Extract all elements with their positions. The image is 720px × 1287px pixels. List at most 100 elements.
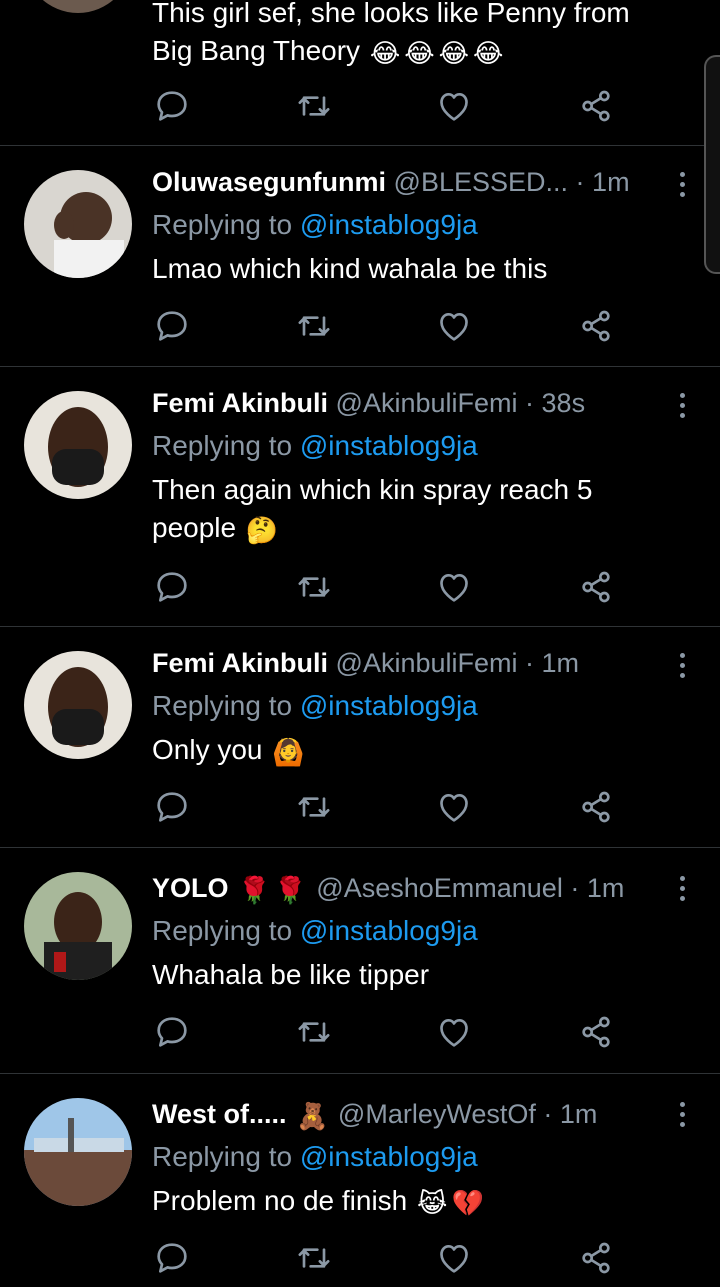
scrollbar-handle[interactable]	[704, 55, 720, 274]
tweet-text: Problem no de finish 😹 💔	[152, 1182, 650, 1222]
reply-button[interactable]	[152, 1012, 192, 1052]
timestamp[interactable]: 1m	[542, 648, 580, 678]
retweet-icon	[298, 1248, 330, 1268]
tweet-actions	[152, 787, 632, 827]
heart-icon	[440, 574, 468, 602]
tweet-header: Femi Akinbuli @AkinbuliFemi · 38s	[152, 385, 660, 421]
share-button[interactable]	[576, 787, 616, 827]
replying-to-label: Replying to	[152, 1141, 293, 1172]
share-button[interactable]	[576, 567, 616, 607]
separator-dot: ·	[543, 1099, 553, 1129]
share-button[interactable]	[576, 1012, 616, 1052]
avatar[interactable]	[24, 170, 132, 278]
reply-icon	[157, 1017, 187, 1047]
share-button[interactable]	[576, 86, 616, 126]
display-name[interactable]: Oluwasegunfunmi	[152, 167, 386, 197]
user-handle[interactable]: @AseshoEmmanuel	[316, 873, 563, 903]
retweet-button[interactable]	[294, 1238, 334, 1278]
retweet-button[interactable]	[294, 787, 334, 827]
more-vertical-icon[interactable]	[678, 393, 686, 418]
replying-to: Replying to @instablog9ja	[152, 206, 478, 244]
share-icon	[582, 791, 610, 823]
more-vertical-icon[interactable]	[678, 876, 686, 901]
heart-icon	[440, 1245, 468, 1273]
timestamp[interactable]: 1m	[560, 1099, 598, 1129]
user-handle[interactable]: @MarleyWestOf	[338, 1099, 536, 1129]
avatar[interactable]	[24, 0, 132, 13]
avatar[interactable]	[24, 1098, 132, 1206]
like-button[interactable]	[434, 306, 474, 346]
avatar[interactable]	[24, 651, 132, 759]
mention-link[interactable]: @instablog9ja	[300, 430, 478, 461]
reply-button[interactable]	[152, 787, 192, 827]
replying-to: Replying to @instablog9ja	[152, 687, 478, 725]
share-icon	[582, 1016, 610, 1048]
separator-dot: ·	[570, 873, 580, 903]
share-icon	[582, 1242, 610, 1274]
more-vertical-icon[interactable]	[678, 653, 686, 678]
timestamp[interactable]: 38s	[542, 388, 586, 418]
tweet[interactable]: West of..... 🧸 @MarleyWestOf · 1m Replyi…	[0, 1074, 720, 1287]
tweet-text-line: Problem no de finish	[152, 1185, 408, 1216]
tweet-feed: This girl sef, she looks like Penny from…	[0, 0, 720, 1287]
tweet-header: Femi Akinbuli @AkinbuliFemi · 1m	[152, 645, 660, 681]
avatar[interactable]	[24, 872, 132, 980]
display-name[interactable]: YOLO	[152, 873, 229, 903]
reply-button[interactable]	[152, 567, 192, 607]
reply-button[interactable]	[152, 306, 192, 346]
retweet-button[interactable]	[294, 1012, 334, 1052]
tweet[interactable]: Oluwasegunfunmi @BLESSED... · 1m Replyin…	[0, 146, 720, 367]
like-button[interactable]	[434, 1012, 474, 1052]
like-button[interactable]	[434, 787, 474, 827]
display-name[interactable]: Femi Akinbuli	[152, 388, 328, 418]
reply-button[interactable]	[152, 1238, 192, 1278]
more-vertical-icon[interactable]	[678, 172, 686, 197]
retweet-button[interactable]	[294, 86, 334, 126]
share-icon	[582, 90, 610, 122]
more-vertical-icon[interactable]	[678, 1102, 686, 1127]
mention-link[interactable]: @instablog9ja	[300, 690, 478, 721]
like-button[interactable]	[434, 567, 474, 607]
like-button[interactable]	[434, 1238, 474, 1278]
share-button[interactable]	[576, 306, 616, 346]
reply-icon	[157, 572, 187, 602]
tweet[interactable]: Femi Akinbuli @AkinbuliFemi · 38s Replyi…	[0, 367, 720, 627]
tweet-partial[interactable]: This girl sef, she looks like Penny from…	[0, 0, 720, 146]
user-handle[interactable]: @AkinbuliFemi	[336, 388, 518, 418]
heart-icon	[440, 313, 468, 341]
like-button[interactable]	[434, 86, 474, 126]
tweet-actions	[152, 86, 632, 126]
timestamp[interactable]: 1m	[592, 167, 630, 197]
replying-to-label: Replying to	[152, 690, 293, 721]
display-name[interactable]: Femi Akinbuli	[152, 648, 328, 678]
mention-link[interactable]: @instablog9ja	[300, 209, 478, 240]
tweet-text: Then again which kin spray reach 5 peopl…	[152, 471, 650, 549]
tweet-actions	[152, 567, 632, 607]
tweet-text: Only you 🙆	[152, 731, 650, 771]
user-handle[interactable]: @AkinbuliFemi	[336, 648, 518, 678]
rose-emoji: 🌹	[274, 874, 307, 905]
crying-cat-emoji: 😹	[417, 1187, 448, 1218]
reply-button[interactable]	[152, 86, 192, 126]
timestamp[interactable]: 1m	[587, 873, 625, 903]
retweet-icon	[298, 577, 330, 597]
replying-to: Replying to @instablog9ja	[152, 427, 478, 465]
retweet-button[interactable]	[294, 567, 334, 607]
mention-link[interactable]: @instablog9ja	[300, 1141, 478, 1172]
display-name[interactable]: West of.....	[152, 1099, 287, 1129]
thinking-face-emoji: 🤔	[245, 514, 279, 545]
user-handle[interactable]: @BLESSED...	[394, 167, 568, 197]
mention-link[interactable]: @instablog9ja	[300, 915, 478, 946]
tweet-header: Oluwasegunfunmi @BLESSED... · 1m	[152, 164, 660, 200]
tweet[interactable]: Femi Akinbuli @AkinbuliFemi · 1m Replyin…	[0, 627, 720, 848]
avatar[interactable]	[24, 391, 132, 499]
reply-icon	[157, 311, 187, 341]
tweet-text-line: This girl sef, she looks like Penny from	[152, 0, 630, 28]
retweet-icon	[298, 1022, 330, 1042]
share-button[interactable]	[576, 1238, 616, 1278]
tears-of-joy-emoji: 😂	[369, 37, 401, 68]
tweet[interactable]: YOLO 🌹 🌹 @AseshoEmmanuel · 1m Replying to…	[0, 848, 720, 1074]
heart-icon	[440, 1019, 468, 1047]
retweet-button[interactable]	[294, 306, 334, 346]
tweet-actions	[152, 306, 632, 346]
